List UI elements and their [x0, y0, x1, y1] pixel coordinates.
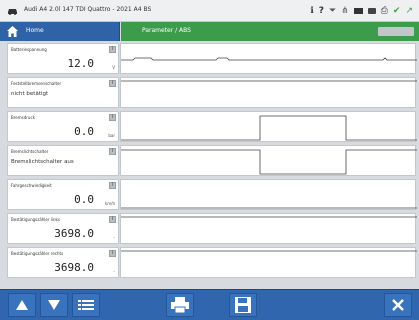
parameter-unit: - — [113, 235, 115, 240]
scroll-down-button[interactable] — [40, 293, 68, 317]
parameter-cell[interactable]: Bestätigungszähler links i 3698.0 - — [7, 213, 119, 244]
home-label: Home — [26, 27, 44, 34]
home-tab[interactable]: Home — [0, 22, 120, 41]
parameter-value: 12.0 — [67, 57, 95, 70]
info-icon[interactable]: i — [109, 182, 116, 189]
parameter-value: 3698.0 — [54, 227, 94, 240]
parameter-unit: km/h — [104, 201, 115, 206]
parameter-row: Feststellbremsenschalter i nicht betätig… — [0, 77, 419, 110]
parameter-graph — [120, 213, 417, 244]
info-icon[interactable]: i — [109, 46, 116, 53]
funnel-icon: ⏷ — [328, 6, 337, 16]
graph-line — [121, 149, 417, 175]
parameter-graph — [120, 43, 417, 74]
parameter-cell[interactable]: Batteriespannung i 12.0 V — [7, 43, 119, 74]
parameter-row: Bremslichtschalter i Bremslichtschalter … — [0, 145, 419, 178]
parameter-row: Batteriespannung i 12.0 V — [0, 43, 419, 76]
parameter-row: Bestätigungszähler links i 3698.0 - — [0, 213, 419, 246]
parameter-cell[interactable]: Bestätigungszähler rechts i 3698.0 - — [7, 247, 119, 278]
parameter-label: Bremslichtschalter — [11, 149, 49, 154]
parameter-cell[interactable]: Feststellbremsenschalter i nicht betätig… — [7, 77, 119, 108]
title-bar: Audi A4 2.0l 147 TDI Quattro - 2021 A4 B… — [0, 0, 419, 22]
parameter-value: 3698.0 — [54, 261, 94, 274]
parameter-value: nicht betätigt — [11, 91, 49, 97]
parameter-label: Feststellbremsenschalter — [11, 81, 62, 86]
bottom-toolbar — [0, 289, 419, 320]
parameter-value: Bremslichtschalter aus — [11, 159, 74, 165]
parameter-graph — [120, 145, 417, 176]
parameter-value: 0.0 — [74, 193, 94, 206]
info-icon[interactable]: i — [109, 80, 116, 87]
info-icon[interactable]: i — [109, 148, 116, 155]
printer-status-icon: ⎙ — [380, 6, 388, 16]
parameter-graph — [120, 111, 417, 142]
close-button[interactable] — [384, 293, 412, 317]
car-icon — [8, 9, 17, 15]
vehicle-title: Audi A4 2.0l 147 TDI Quattro - 2021 A4 B… — [24, 6, 152, 13]
printer-icon — [171, 297, 189, 313]
help-icon[interactable]: ? — [319, 5, 324, 17]
connector-icon — [367, 8, 376, 14]
scroll-up-button[interactable] — [8, 293, 36, 317]
battery-icon — [353, 8, 363, 14]
header: Home Parameter / ABS — [0, 22, 419, 41]
view-toggle[interactable] — [378, 27, 414, 36]
parameter-label: Batteriespannung — [11, 47, 47, 52]
info-icon[interactable]: i — [109, 250, 116, 257]
diagnostic-app: Audi A4 2.0l 147 TDI Quattro - 2021 A4 B… — [0, 0, 419, 320]
parameter-bar: Parameter / ABS — [121, 22, 419, 41]
parameter-row: Fahrgeschwindigkeit i 0.0 km/h — [0, 179, 419, 212]
signal-icon: ⋔ — [341, 6, 349, 16]
parameter-label: Bestätigungszähler links — [11, 217, 60, 222]
parameter-label: Bremsdruck — [11, 115, 35, 120]
parameter-row: Bremsdruck i 0.0 bar — [0, 111, 419, 144]
info-icon[interactable]: i — [109, 216, 116, 223]
parameter-graph — [120, 77, 417, 108]
parameter-label: Bestätigungszähler rechts — [11, 251, 64, 256]
list-icon — [78, 300, 94, 310]
wrench-icon: ↗ — [405, 6, 413, 16]
parameter-unit: V — [112, 65, 115, 70]
info-icon[interactable]: i — [109, 114, 116, 121]
print-button[interactable] — [166, 293, 194, 317]
wrench-green-icon: ✔ — [392, 6, 401, 16]
parameter-cell[interactable]: Fahrgeschwindigkeit i 0.0 km/h — [7, 179, 119, 210]
graph-line — [121, 57, 417, 61]
parameter-row: Bestätigungszähler rechts i 3698.0 - — [0, 247, 419, 280]
parameter-cell[interactable]: Bremslichtschalter i Bremslichtschalter … — [7, 145, 119, 176]
close-icon — [392, 299, 404, 311]
arrow-up-icon — [16, 300, 28, 310]
parameter-graph — [120, 179, 417, 210]
save-icon — [235, 297, 251, 313]
info-icon[interactable]: ℹ — [310, 5, 313, 17]
parameter-label: Fahrgeschwindigkeit — [11, 183, 52, 188]
parameter-cell[interactable]: Bremsdruck i 0.0 bar — [7, 111, 119, 142]
status-icons: ℹ ? ⏷ ⋔ ⎙ ✔ ↗ — [310, 4, 413, 18]
parameter-graph — [120, 247, 417, 278]
list-view-button[interactable] — [72, 293, 100, 317]
parameter-value: 0.0 — [74, 125, 94, 138]
parameter-unit: - — [113, 269, 115, 274]
save-button[interactable] — [229, 293, 257, 317]
arrow-down-icon — [48, 300, 60, 310]
graph-line — [121, 115, 417, 141]
page-title: Parameter / ABS — [142, 27, 191, 34]
parameter-unit: bar — [108, 133, 115, 138]
home-icon — [7, 26, 18, 37]
